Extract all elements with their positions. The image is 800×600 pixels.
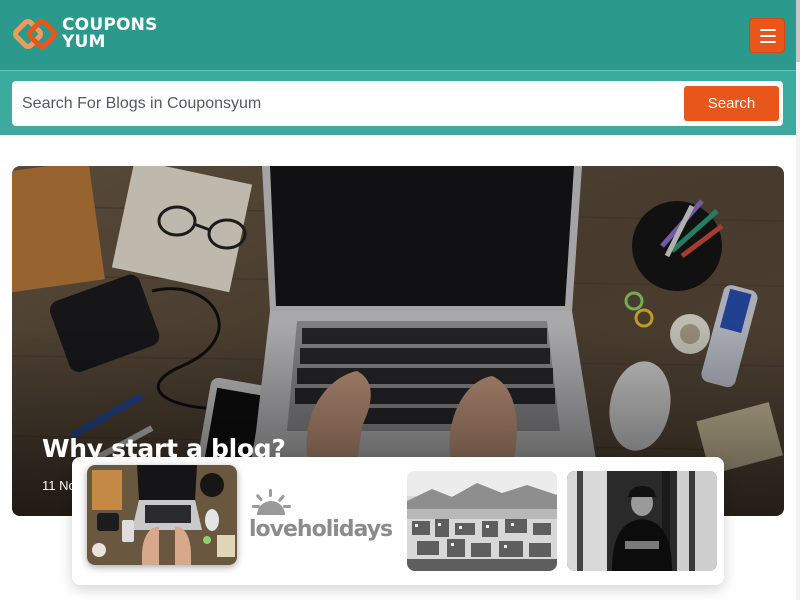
scrollbar-thumb[interactable]	[796, 0, 800, 62]
search-input[interactable]	[22, 81, 672, 126]
sun-icon	[252, 489, 291, 515]
thumbnail-man-portrait[interactable]	[567, 471, 717, 571]
search-button[interactable]: Search	[684, 86, 779, 121]
logo-wordmark: COUPONS YUM	[62, 17, 158, 51]
logo-line-2: YUM	[62, 32, 106, 52]
thumbnail-laptop-desk[interactable]	[87, 465, 237, 565]
thumbnail-loveholidays[interactable]: loveholidays	[247, 465, 397, 565]
laptop-desk-photo	[87, 465, 237, 565]
page-scrollbar[interactable]	[796, 0, 800, 600]
thumbnail-carousel: loveholidays	[72, 457, 724, 585]
hamburger-icon-bar	[760, 41, 776, 43]
search-form: Search	[12, 81, 783, 126]
site-header: COUPONS YUM	[0, 0, 796, 70]
hamburger-icon-bar	[760, 35, 776, 37]
menu-button[interactable]	[749, 18, 785, 53]
page: COUPONS YUM Search For Blogs in Couponsy…	[0, 0, 800, 600]
loveholidays-logo: loveholidays	[247, 465, 397, 565]
hamburger-icon	[760, 29, 776, 31]
loveholidays-wordmark: loveholidays	[249, 517, 393, 542]
thumbnail-city-landscape[interactable]	[407, 471, 557, 571]
man-portrait-photo	[567, 471, 717, 571]
site-logo[interactable]: COUPONS YUM	[12, 16, 158, 52]
search-section: Search	[0, 70, 796, 135]
logo-mark-icon	[13, 19, 57, 49]
city-landscape-photo	[407, 471, 557, 571]
